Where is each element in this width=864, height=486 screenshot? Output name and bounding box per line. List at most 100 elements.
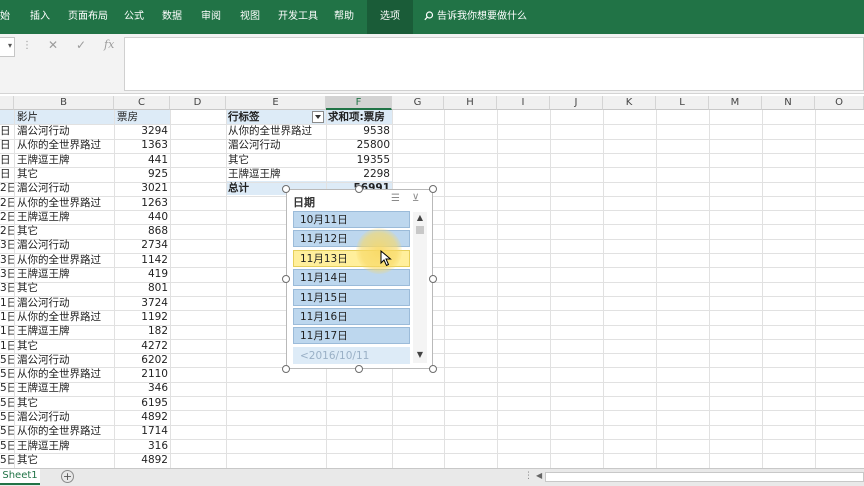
- column-header-d[interactable]: D: [170, 96, 226, 110]
- table-cell-film: 其它: [17, 225, 38, 238]
- table-cell-film: 湄公河行动: [17, 296, 70, 309]
- table-cell-boxoffice: 419: [147, 268, 168, 280]
- tab-help[interactable]: 帮助: [334, 0, 354, 34]
- column-header-b[interactable]: B: [14, 96, 114, 110]
- resize-handle-bottom[interactable]: [355, 365, 363, 373]
- grid-vertical-line: [444, 110, 445, 468]
- table-cell-boxoffice: 3294: [141, 125, 168, 137]
- slicer-item[interactable]: 11月15日: [293, 288, 410, 306]
- cancel-icon[interactable]: ✕: [48, 38, 58, 52]
- enter-icon[interactable]: ✓: [76, 38, 86, 52]
- grid-vertical-line: [170, 110, 171, 468]
- resize-handle-top-right[interactable]: [429, 185, 437, 193]
- mouse-pointer-icon: [380, 250, 392, 267]
- pivot-row-value: 2298: [363, 167, 390, 180]
- column-header-f[interactable]: F: [326, 96, 392, 110]
- tab-page-layout[interactable]: 页面布局: [68, 0, 108, 34]
- table-cell-date: 1日: [0, 310, 14, 323]
- chevron-down-icon[interactable]: ▾: [8, 41, 12, 50]
- column-header-e[interactable]: E: [226, 96, 326, 110]
- table-cell-film: 其它: [17, 167, 38, 180]
- table-cell-boxoffice: 3021: [141, 182, 168, 195]
- table-cell-boxoffice: 1263: [141, 196, 168, 209]
- resize-handle-left[interactable]: [282, 275, 290, 283]
- table-cell-date: 1日: [0, 339, 14, 352]
- slicer-item[interactable]: 10月11日: [293, 211, 410, 228]
- column-header-m[interactable]: M: [709, 96, 762, 110]
- clear-filter-icon[interactable]: ⊻: [412, 193, 419, 204]
- column-header-l[interactable]: L: [656, 96, 709, 110]
- grid-vertical-line: [497, 110, 498, 468]
- grid-vertical-line: [815, 110, 816, 468]
- tell-me-search[interactable]: 告诉我你想要做什么: [424, 0, 527, 34]
- column-header-h[interactable]: H: [444, 96, 497, 110]
- resize-handle-top-left[interactable]: [282, 185, 290, 193]
- column-header-j[interactable]: J: [550, 96, 603, 110]
- tab-data[interactable]: 数据: [162, 0, 182, 34]
- table-cell-date: 2日: [0, 210, 14, 223]
- pivot-filter-dropdown-icon[interactable]: [312, 111, 324, 123]
- more-icon: ⋮: [22, 40, 32, 51]
- chevron-left-icon[interactable]: ◀: [536, 471, 542, 480]
- tab-developer[interactable]: 开发工具: [278, 0, 318, 34]
- formula-input[interactable]: [124, 37, 864, 91]
- column-header-i[interactable]: I: [497, 96, 550, 110]
- table-cell-boxoffice: 1363: [141, 139, 168, 152]
- tab-start[interactable]: 始: [0, 0, 10, 34]
- slicer-item[interactable]: 11月16日: [293, 308, 410, 325]
- table-cell-film: 从你的全世界路过: [17, 196, 101, 209]
- table-cell-boxoffice: 925: [147, 167, 168, 180]
- table-cell-boxoffice: 6202: [141, 353, 168, 366]
- divider-icon: ⋮: [524, 471, 533, 481]
- column-header-g[interactable]: G: [392, 96, 444, 110]
- table-cell-date: 3日: [0, 282, 14, 295]
- table-cell-boxoffice: 1714: [141, 425, 168, 438]
- column-header-c[interactable]: C: [114, 96, 170, 110]
- table-cell-film: 王牌逗王牌: [17, 439, 70, 452]
- horizontal-scrollbar[interactable]: [545, 472, 864, 482]
- chevron-up-icon[interactable]: ▲: [413, 213, 427, 222]
- pivot-row-label: 王牌逗王牌: [228, 167, 281, 180]
- sheet-tab-sheet1[interactable]: Sheet1: [0, 469, 40, 485]
- chevron-down-icon[interactable]: ▼: [413, 350, 427, 359]
- column-header-a-partial[interactable]: [0, 96, 14, 110]
- insert-function-icon[interactable]: fx: [104, 38, 114, 51]
- table-cell-date: 日: [0, 139, 11, 152]
- column-header-o[interactable]: O: [815, 96, 864, 110]
- resize-handle-right[interactable]: [429, 275, 437, 283]
- table-cell-date: 日: [0, 153, 11, 166]
- table-cell-boxoffice: 182: [147, 325, 168, 338]
- tab-insert[interactable]: 插入: [30, 0, 50, 34]
- table-cell-date: 2日: [0, 225, 14, 238]
- multi-select-icon[interactable]: ☰: [391, 193, 400, 204]
- table-cell-film: 从你的全世界路过: [17, 310, 101, 323]
- resize-handle-bottom-right[interactable]: [429, 365, 437, 373]
- column-header-k[interactable]: K: [603, 96, 656, 110]
- slicer-scroll-thumb[interactable]: [416, 226, 424, 234]
- pivot-row-value: 19355: [356, 153, 390, 166]
- grid-vertical-line: [14, 110, 15, 468]
- name-box[interactable]: ▾: [0, 37, 15, 57]
- slicer-item[interactable]: 11月17日: [293, 327, 410, 345]
- table-cell-boxoffice: 1192: [141, 310, 168, 323]
- slicer-date[interactable]: 日期 ☰ ⊻ 10月11日 11月12日 11月13日 11月14日 11月15日 11月…: [286, 189, 433, 369]
- column-header-n[interactable]: N: [762, 96, 815, 110]
- tell-me-text: 告诉我你想要做什么: [437, 11, 527, 22]
- table-cell-film: 其它: [17, 453, 38, 466]
- table-cell-film: 王牌逗王牌: [17, 153, 70, 166]
- tab-formulas[interactable]: 公式: [124, 0, 144, 34]
- add-sheet-icon[interactable]: +: [61, 470, 74, 483]
- slicer-item[interactable]: <2016/10/11: [293, 346, 410, 364]
- ribbon-tab-bar: 始 插入 页面布局 公式 数据 审阅 视图 开发工具 帮助 选项 告诉我你想要做…: [0, 0, 864, 34]
- slicer-item[interactable]: 11月14日: [293, 269, 410, 287]
- resize-handle-bottom-left[interactable]: [282, 365, 290, 373]
- table-cell-boxoffice: 1142: [141, 253, 168, 266]
- resize-handle-top[interactable]: [355, 185, 363, 193]
- pivot-total-label: 总计: [228, 182, 249, 194]
- tab-options[interactable]: 选项: [367, 0, 413, 34]
- table-cell-date: 日: [0, 167, 11, 180]
- tab-review[interactable]: 审阅: [201, 0, 221, 34]
- tab-view[interactable]: 视图: [240, 0, 260, 34]
- slicer-scrollbar[interactable]: ▲ ▼: [413, 212, 427, 363]
- table-cell-film: 王牌逗王牌: [17, 325, 70, 338]
